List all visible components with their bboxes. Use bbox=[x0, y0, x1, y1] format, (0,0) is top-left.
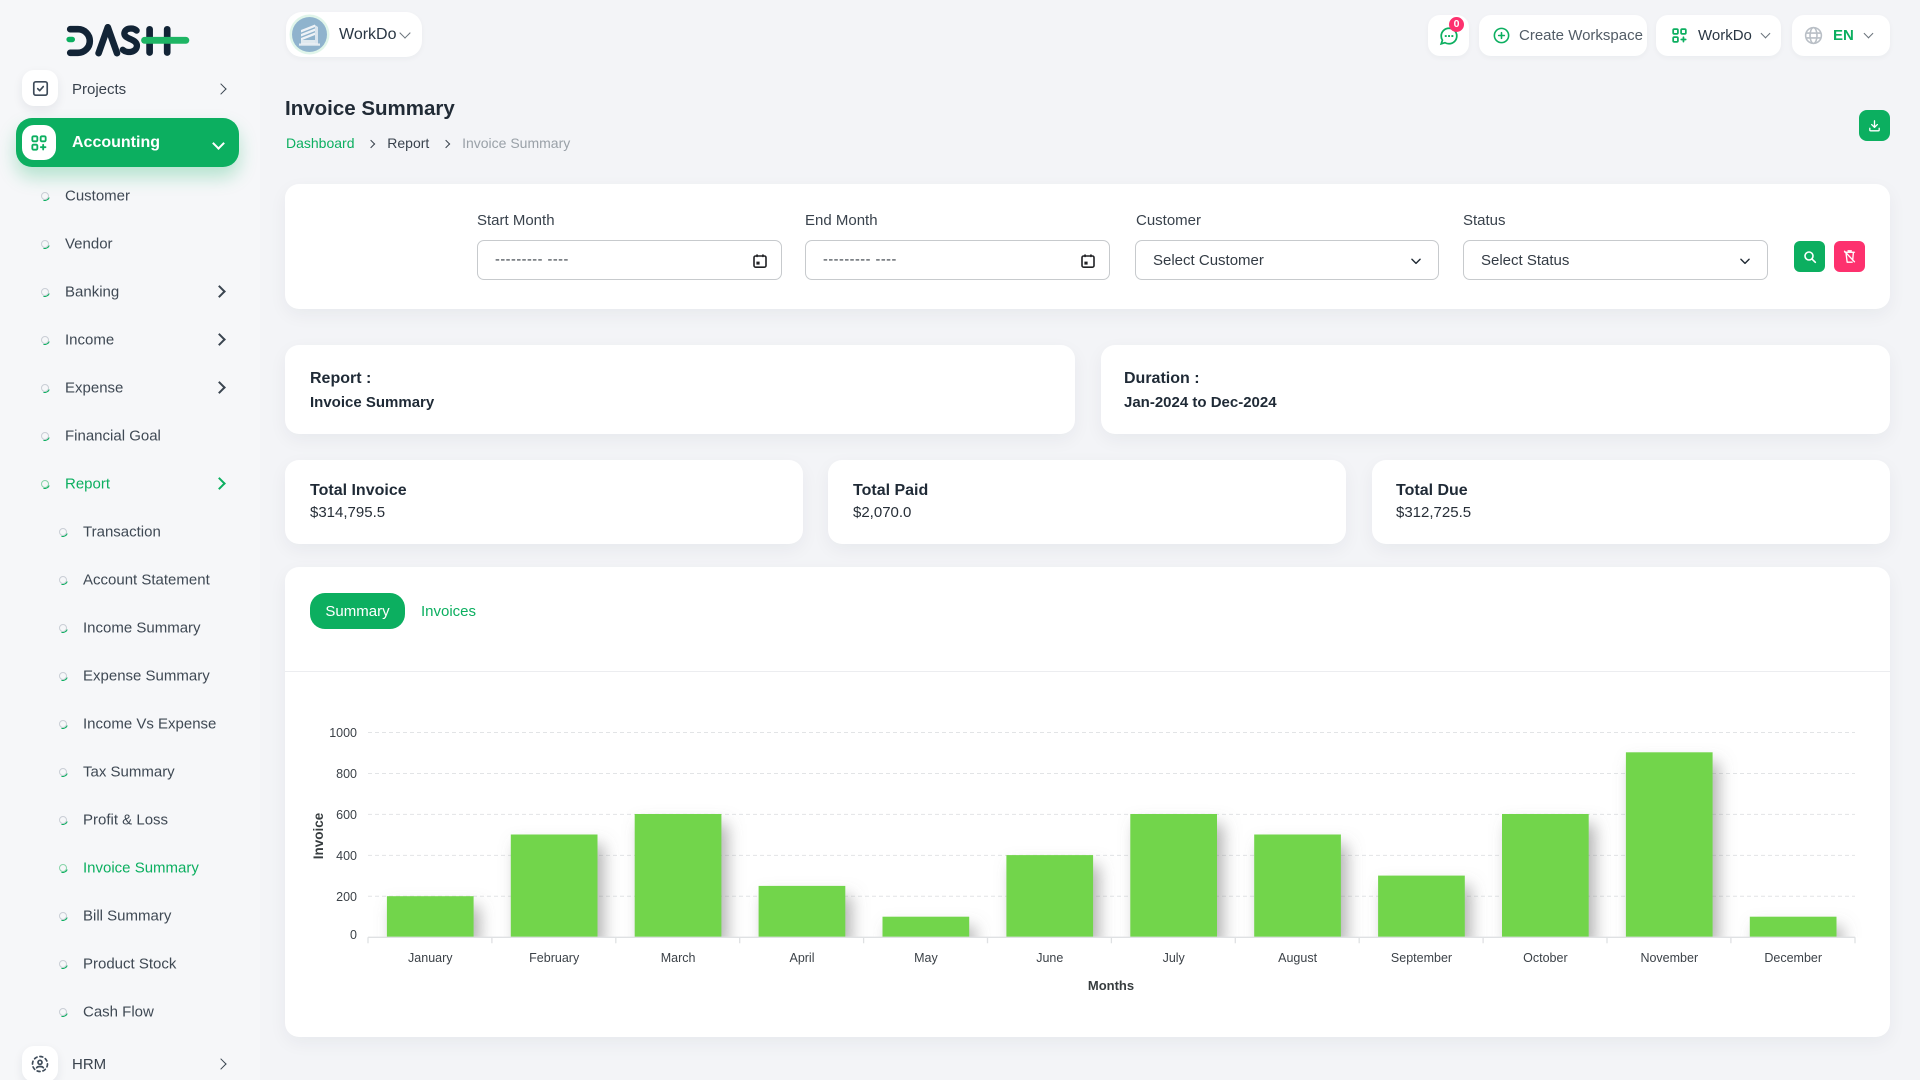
svg-text:November: November bbox=[1640, 951, 1698, 965]
svg-text:600: 600 bbox=[336, 808, 357, 822]
svg-text:0: 0 bbox=[350, 928, 357, 942]
svg-text:February: February bbox=[529, 951, 580, 965]
svg-text:June: June bbox=[1036, 951, 1063, 965]
svg-text:Months: Months bbox=[1088, 978, 1134, 993]
svg-text:400: 400 bbox=[336, 849, 357, 863]
svg-text:August: August bbox=[1278, 951, 1317, 965]
svg-text:December: December bbox=[1764, 951, 1822, 965]
svg-text:800: 800 bbox=[336, 767, 357, 781]
svg-text:March: March bbox=[661, 951, 696, 965]
svg-text:Invoice: Invoice bbox=[311, 812, 326, 859]
svg-text:October: October bbox=[1523, 951, 1567, 965]
svg-text:January: January bbox=[408, 951, 453, 965]
svg-text:July: July bbox=[1163, 951, 1186, 965]
svg-text:September: September bbox=[1391, 951, 1452, 965]
svg-text:May: May bbox=[914, 951, 938, 965]
svg-text:1000: 1000 bbox=[329, 726, 357, 740]
svg-text:April: April bbox=[789, 951, 814, 965]
svg-text:200: 200 bbox=[336, 890, 357, 904]
